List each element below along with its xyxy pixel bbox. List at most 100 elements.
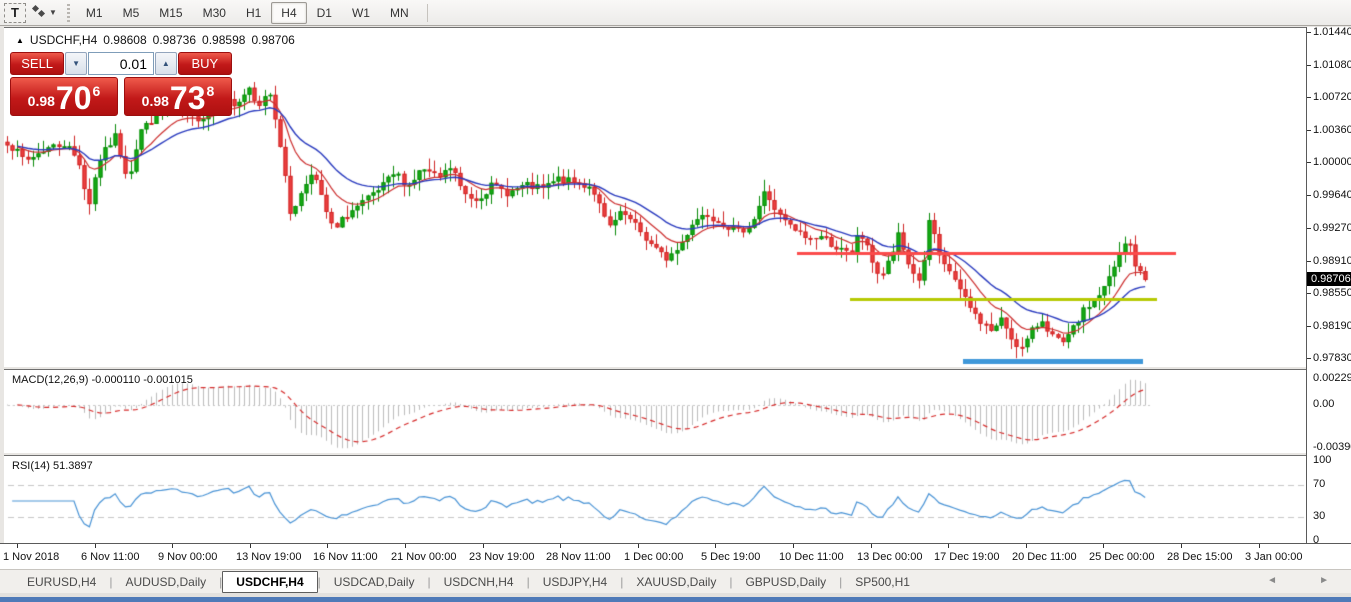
price-tick-label: 0.98190 (1313, 320, 1351, 332)
time-tick-mark (793, 544, 794, 548)
toolbar-separator (427, 4, 428, 22)
chart-tab-sp500[interactable]: SP500,H1 (842, 572, 923, 592)
time-tick-label: 13 Nov 19:00 (236, 551, 301, 563)
time-tick-label: 21 Nov 00:00 (391, 551, 456, 563)
buy-button[interactable]: BUY (178, 52, 232, 75)
text-tool-button[interactable]: T (4, 3, 26, 23)
price-chart-panel: ▲ USDCHF,H4 0.98608 0.98736 0.98598 0.98… (4, 27, 1306, 366)
time-tick-label: 16 Nov 11:00 (313, 551, 378, 563)
rsi-panel: RSI(14) 51.3897 (4, 455, 1306, 543)
rsi-tick-label: 30 (1313, 510, 1325, 522)
time-tick-mark (483, 544, 484, 548)
time-tick-mark (948, 544, 949, 548)
time-tick-mark (1181, 544, 1182, 548)
macd-panel: MACD(12,26,9) -0.000110 -0.001015 (4, 369, 1306, 452)
chart-tab-usdcnh[interactable]: USDCNH,H4 (431, 572, 527, 592)
ohlc-open: 0.98608 (103, 33, 146, 47)
price-tick-label: 0.99270 (1313, 222, 1351, 234)
volume-decrease-button[interactable]: ▼ (65, 52, 87, 75)
timeframe-button-mn[interactable]: MN (380, 2, 419, 24)
price-tick-mark (1307, 195, 1311, 196)
ohlc-high: 0.98736 (153, 33, 196, 47)
chart-tab-eurusd[interactable]: EURUSD,H4 (14, 572, 109, 592)
chart-tab-audusd[interactable]: AUDUSD,Daily (112, 572, 219, 592)
timeframe-button-w1[interactable]: W1 (342, 2, 380, 24)
collapse-panel-icon[interactable]: ▲ (16, 36, 24, 45)
macd-tick-label: 0.002297 (1313, 372, 1351, 384)
price-tick-mark (1307, 358, 1311, 359)
time-tick-mark (327, 544, 328, 548)
time-tick-label: 1 Nov 2018 (3, 551, 59, 563)
timeframe-button-m30[interactable]: M30 (193, 2, 236, 24)
time-tick-mark (638, 544, 639, 548)
price-tick-mark (1307, 65, 1311, 66)
chart-tab-usdjpy[interactable]: USDJPY,H4 (530, 572, 620, 592)
chart-tab-usdchf[interactable]: USDCHF,H4 (222, 571, 317, 593)
price-tick-mark (1307, 326, 1311, 327)
price-tick-label: 0.98910 (1313, 255, 1351, 267)
timeframe-button-m1[interactable]: M1 (76, 2, 113, 24)
time-tick-mark (715, 544, 716, 548)
rsi-tick-label: 70 (1313, 478, 1325, 490)
chart-tab-usdcad[interactable]: USDCAD,Daily (321, 572, 428, 592)
price-tick-label: 1.00720 (1313, 91, 1351, 103)
timeframe-buttons: M1M5M15M30H1H4D1W1MN (76, 2, 419, 24)
toolbar-grip[interactable] (67, 4, 70, 22)
chart-header: ▲ USDCHF,H4 0.98608 0.98736 0.98598 0.98… (16, 33, 295, 47)
timeframe-button-h1[interactable]: H1 (236, 2, 271, 24)
crosshair-pointer-icon (30, 4, 46, 21)
volume-input[interactable] (88, 52, 154, 75)
price-tick-label: 0.98550 (1313, 287, 1351, 299)
time-tick-label: 28 Dec 15:00 (1167, 551, 1232, 563)
sell-price-prefix: 0.98 (28, 93, 55, 109)
macd-tick-label: 0.00 (1313, 398, 1334, 410)
price-tick-label: 1.00000 (1313, 156, 1351, 168)
time-tick-label: 25 Dec 00:00 (1089, 551, 1154, 563)
rsi-canvas[interactable] (4, 456, 1306, 544)
chart-tab-bar: EURUSD,H4|AUDUSD,Daily|USDCHF,H4|USDCAD,… (0, 569, 1351, 593)
price-tick-mark (1307, 162, 1311, 163)
sell-button[interactable]: SELL (10, 52, 64, 75)
time-tick-mark (560, 544, 561, 548)
time-tick-label: 13 Dec 00:00 (857, 551, 922, 563)
time-tick-label: 10 Dec 11:00 (779, 551, 844, 563)
timeframe-button-d1[interactable]: D1 (307, 2, 342, 24)
tab-scroll-right-icon[interactable]: ► (1319, 575, 1329, 586)
rsi-tick-label: 100 (1313, 454, 1331, 466)
price-tick-mark (1307, 293, 1311, 294)
timeframe-button-m15[interactable]: M15 (149, 2, 192, 24)
timeframe-button-h4[interactable]: H4 (271, 2, 306, 24)
sell-price-main: 70 (56, 80, 92, 116)
cursor-tool-button[interactable]: ▼ (30, 3, 57, 23)
sell-price-button[interactable]: 0.98 70 6 (10, 77, 118, 116)
macd-tick-label: -0.003904 (1313, 441, 1351, 453)
buy-price-button[interactable]: 0.98 73 8 (124, 77, 232, 116)
ohlc-close: 0.98706 (251, 33, 294, 47)
current-price-tag: 0.98706 (1307, 272, 1351, 286)
axis-border (1306, 27, 1307, 543)
time-tick-label: 3 Jan 00:00 (1245, 551, 1303, 563)
time-tick-label: 20 Dec 11:00 (1012, 551, 1077, 563)
buy-price-pip: 8 (207, 83, 215, 99)
time-tick-label: 9 Nov 00:00 (158, 551, 217, 563)
macd-canvas[interactable] (4, 370, 1306, 453)
time-tick-label: 17 Dec 19:00 (934, 551, 999, 563)
price-tick-mark (1307, 228, 1311, 229)
time-tick-mark (1103, 544, 1104, 548)
time-tick-label: 1 Dec 00:00 (624, 551, 683, 563)
volume-increase-button[interactable]: ▲ (155, 52, 177, 75)
price-tick-label: 1.01080 (1313, 59, 1351, 71)
time-tick-label: 5 Dec 19:00 (701, 551, 760, 563)
time-tick-mark (405, 544, 406, 548)
chart-tab-gbpusd[interactable]: GBPUSD,Daily (732, 572, 839, 592)
tab-scroll-left-icon[interactable]: ◄ (1267, 575, 1277, 586)
time-tick-mark (871, 544, 872, 548)
price-tick-label: 0.99640 (1313, 189, 1351, 201)
timeframe-button-m5[interactable]: M5 (113, 2, 150, 24)
chart-tab-xauusd[interactable]: XAUUSD,Daily (623, 572, 729, 592)
price-tick-mark (1307, 97, 1311, 98)
price-tick-label: 0.97830 (1313, 352, 1351, 364)
time-axis[interactable]: 1 Nov 20186 Nov 11:009 Nov 00:0013 Nov 1… (0, 543, 1351, 569)
toolbar: T ▼ M1M5M15M30H1H4D1W1MN (0, 0, 1351, 26)
price-axis[interactable]: 1.014401.010801.007201.003601.000000.996… (1307, 27, 1351, 543)
